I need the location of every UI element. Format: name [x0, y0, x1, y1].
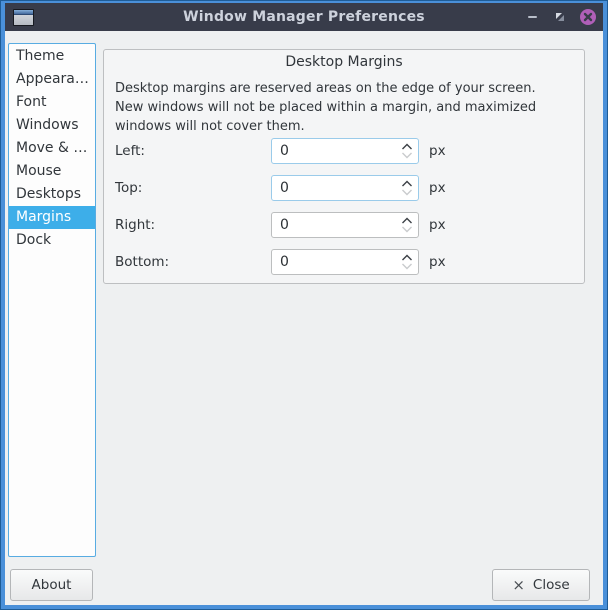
top-label: Top: — [115, 180, 271, 196]
category-list: Theme Appeara… Font Windows Move & … Mou… — [8, 43, 96, 557]
sidebar-item-dock[interactable]: Dock — [9, 229, 95, 252]
margin-fields: Left: px Top: — [115, 138, 584, 286]
sidebar-item-mouse[interactable]: Mouse — [9, 160, 95, 183]
bottom-unit-label: px — [429, 254, 446, 270]
right-margin-input[interactable] — [271, 212, 419, 238]
margin-row-left: Left: px — [115, 138, 584, 164]
bottom-margin-spin-buttons[interactable] — [400, 251, 414, 273]
right-label: Right: — [115, 217, 271, 233]
margin-row-bottom: Bottom: px — [115, 249, 584, 275]
close-button-label: Close — [533, 577, 570, 593]
spin-down-icon — [401, 262, 413, 270]
top-unit-label: px — [429, 180, 446, 196]
top-margin-spinbox — [271, 175, 419, 201]
sidebar-item-margins[interactable]: Margins — [9, 206, 95, 229]
maximize-button[interactable] — [551, 8, 569, 26]
left-margin-input[interactable] — [271, 138, 419, 164]
close-button[interactable] — [579, 8, 597, 26]
titlebar[interactable]: Window Manager Preferences — [1, 1, 607, 31]
left-margin-spin-buttons[interactable] — [400, 140, 414, 162]
close-x-icon: × — [512, 578, 525, 593]
margins-description: Desktop margins are reserved areas on th… — [115, 79, 574, 136]
spin-down-icon — [401, 151, 413, 159]
left-label: Left: — [115, 143, 271, 159]
right-margin-spinbox — [271, 212, 419, 238]
bottom-margin-input[interactable] — [271, 249, 419, 275]
sidebar-item-desktops[interactable]: Desktops — [9, 183, 95, 206]
spin-up-icon — [401, 217, 413, 225]
desktop-margins-frame: Desktop Margins Desktop margins are rese… — [103, 49, 585, 284]
sidebar-item-appearance[interactable]: Appeara… — [9, 68, 95, 91]
sidebar-item-move-resize[interactable]: Move & … — [9, 137, 95, 160]
bottom-margin-spinbox — [271, 249, 419, 275]
about-button[interactable]: About — [10, 569, 93, 601]
close-dialog-button[interactable]: × Close — [492, 569, 590, 601]
frame-title: Desktop Margins — [104, 54, 584, 70]
left-margin-spinbox — [271, 138, 419, 164]
window-title: Window Manager Preferences — [1, 1, 607, 31]
left-unit-label: px — [429, 143, 446, 159]
spin-up-icon — [401, 143, 413, 151]
sidebar-item-theme[interactable]: Theme — [9, 45, 95, 68]
minimize-icon — [528, 16, 537, 18]
close-icon — [580, 9, 596, 25]
top-margin-spin-buttons[interactable] — [400, 177, 414, 199]
bottom-label: Bottom: — [115, 254, 271, 270]
spin-up-icon — [401, 254, 413, 262]
sidebar-item-font[interactable]: Font — [9, 91, 95, 114]
right-margin-spin-buttons[interactable] — [400, 214, 414, 236]
minimize-button[interactable] — [523, 8, 541, 26]
window-manager-preferences-dialog: Window Manager Preferences — [0, 0, 608, 610]
maximize-icon — [554, 11, 566, 23]
spin-down-icon — [401, 225, 413, 233]
about-button-label: About — [32, 577, 72, 593]
right-unit-label: px — [429, 217, 446, 233]
top-margin-input[interactable] — [271, 175, 419, 201]
sidebar-item-windows[interactable]: Windows — [9, 114, 95, 137]
spin-up-icon — [401, 180, 413, 188]
window-controls — [523, 8, 599, 26]
dialog-body: Theme Appeara… Font Windows Move & … Mou… — [1, 31, 607, 609]
spin-down-icon — [401, 188, 413, 196]
margin-row-top: Top: px — [115, 175, 584, 201]
margin-row-right: Right: px — [115, 212, 584, 238]
